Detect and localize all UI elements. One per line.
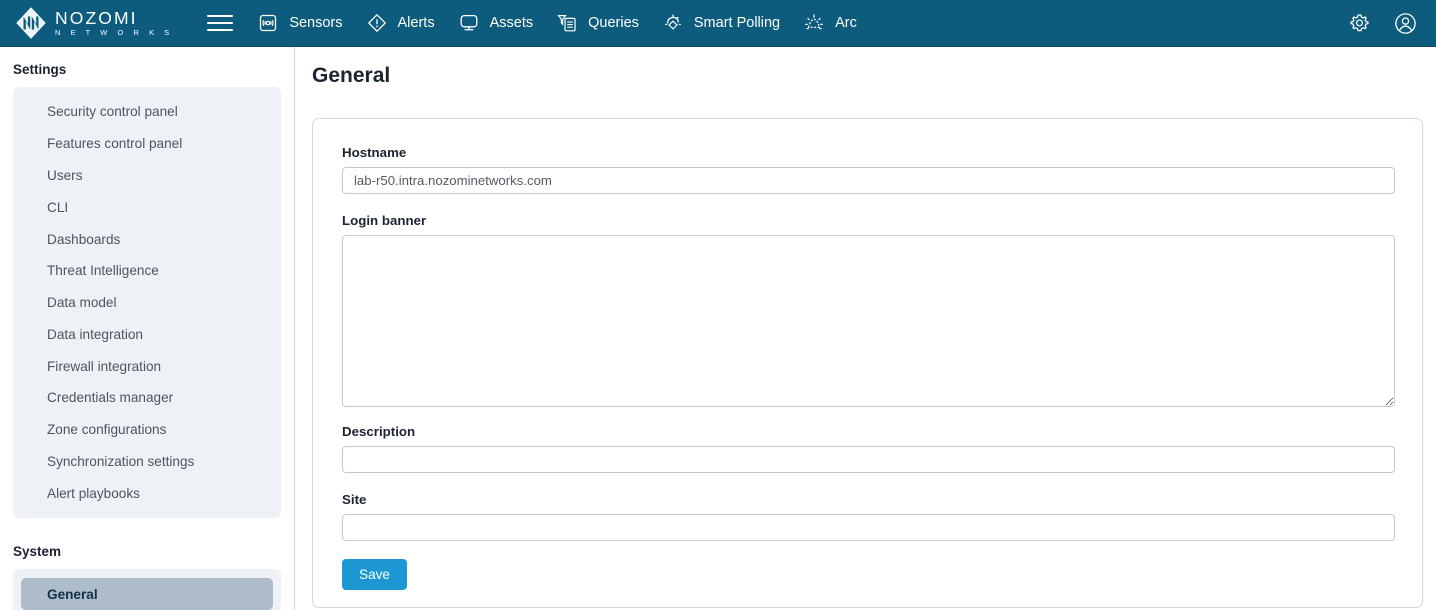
settings-sidebar: Settings Security control panel Features… (0, 47, 295, 610)
sidebar-heading-settings: Settings (13, 62, 67, 77)
sidebar-item-synchronization-settings[interactable]: Synchronization settings (21, 446, 273, 478)
sidebar-item-credentials-manager[interactable]: Credentials manager (21, 382, 273, 414)
brand-subtitle: N E T W O R K S (55, 28, 174, 38)
login-banner-textarea[interactable] (342, 235, 1395, 407)
brand-logo[interactable]: NOZOMI N E T W O R K S (14, 6, 173, 40)
sidebar-item-data-integration[interactable]: Data integration (21, 318, 273, 350)
nav-label-assets: Assets (489, 15, 534, 31)
description-label: Description (342, 424, 416, 439)
gear-icon[interactable] (1344, 8, 1374, 38)
sidebar-group-settings: Security control panel Features control … (13, 87, 281, 519)
queries-funnel-list-icon (555, 11, 579, 35)
nav-item-assets[interactable]: Assets (446, 0, 545, 47)
nav-item-smart-polling[interactable]: Smart Polling (650, 0, 791, 47)
brand-wordmark: NOZOMI N E T W O R K S (55, 7, 174, 38)
assets-monitor-icon (457, 11, 481, 35)
smart-polling-icon (661, 11, 685, 35)
alert-diamond-icon (365, 11, 389, 35)
sidebar-item-zone-configurations[interactable]: Zone configurations (21, 414, 273, 446)
description-input[interactable] (342, 446, 1395, 473)
nav-item-sensors[interactable]: Sensors (245, 0, 353, 47)
site-label: Site (342, 492, 367, 507)
nav-item-queries[interactable]: Queries (544, 0, 650, 47)
user-avatar-icon[interactable] (1390, 8, 1420, 38)
hamburger-bar (207, 15, 234, 17)
sidebar-heading-system: System (13, 544, 62, 560)
nav-item-alerts[interactable]: Alerts (354, 0, 446, 47)
arc-sun-icon (802, 11, 826, 35)
sidebar-item-firewall-integration[interactable]: Firewall integration (21, 350, 273, 382)
hostname-input[interactable] (342, 167, 1395, 194)
sidebar-group-system: General (13, 569, 281, 610)
nav-label-smart-polling: Smart Polling (693, 15, 781, 31)
hamburger-bar (207, 22, 234, 24)
sidebar-item-threat-intelligence[interactable]: Threat Intelligence (21, 255, 273, 287)
sidebar-item-security-control-panel[interactable]: Security control panel (21, 96, 273, 128)
sidebar-item-cli[interactable]: CLI (21, 191, 273, 223)
nav-label-arc: Arc (835, 15, 857, 31)
sidebar-item-users[interactable]: Users (21, 160, 273, 192)
save-button[interactable]: Save (342, 559, 407, 590)
nav-label-sensors: Sensors (289, 15, 343, 31)
sensors-waveform-icon (256, 11, 280, 35)
login-banner-label: Login banner (342, 213, 427, 228)
sidebar-item-dashboards[interactable]: Dashboards (21, 223, 273, 255)
nav-item-arc[interactable]: Arc (791, 0, 868, 47)
nav-label-queries: Queries (588, 15, 639, 31)
hostname-label: Hostname (342, 145, 407, 160)
nozomi-diamond-logo-icon (14, 6, 48, 40)
nav-label-alerts: Alerts (397, 15, 435, 31)
hamburger-bar (207, 29, 234, 31)
page-title: General (312, 64, 391, 87)
sidebar-item-features-control-panel[interactable]: Features control panel (21, 128, 273, 160)
hamburger-menu-icon[interactable] (207, 14, 234, 32)
main-content: General Hostname Login banner Descriptio… (296, 47, 1436, 610)
sidebar-item-general[interactable]: General (21, 578, 273, 610)
sidebar-item-alert-playbooks[interactable]: Alert playbooks (21, 477, 273, 509)
sidebar-item-data-model[interactable]: Data model (21, 287, 273, 319)
top-navigation-bar: NOZOMI N E T W O R K S Sensors Alerts As… (0, 0, 1436, 47)
brand-name: NOZOMI (55, 7, 138, 28)
general-settings-card: Hostname Login banner Description Site S… (312, 118, 1423, 608)
site-input[interactable] (342, 514, 1395, 541)
